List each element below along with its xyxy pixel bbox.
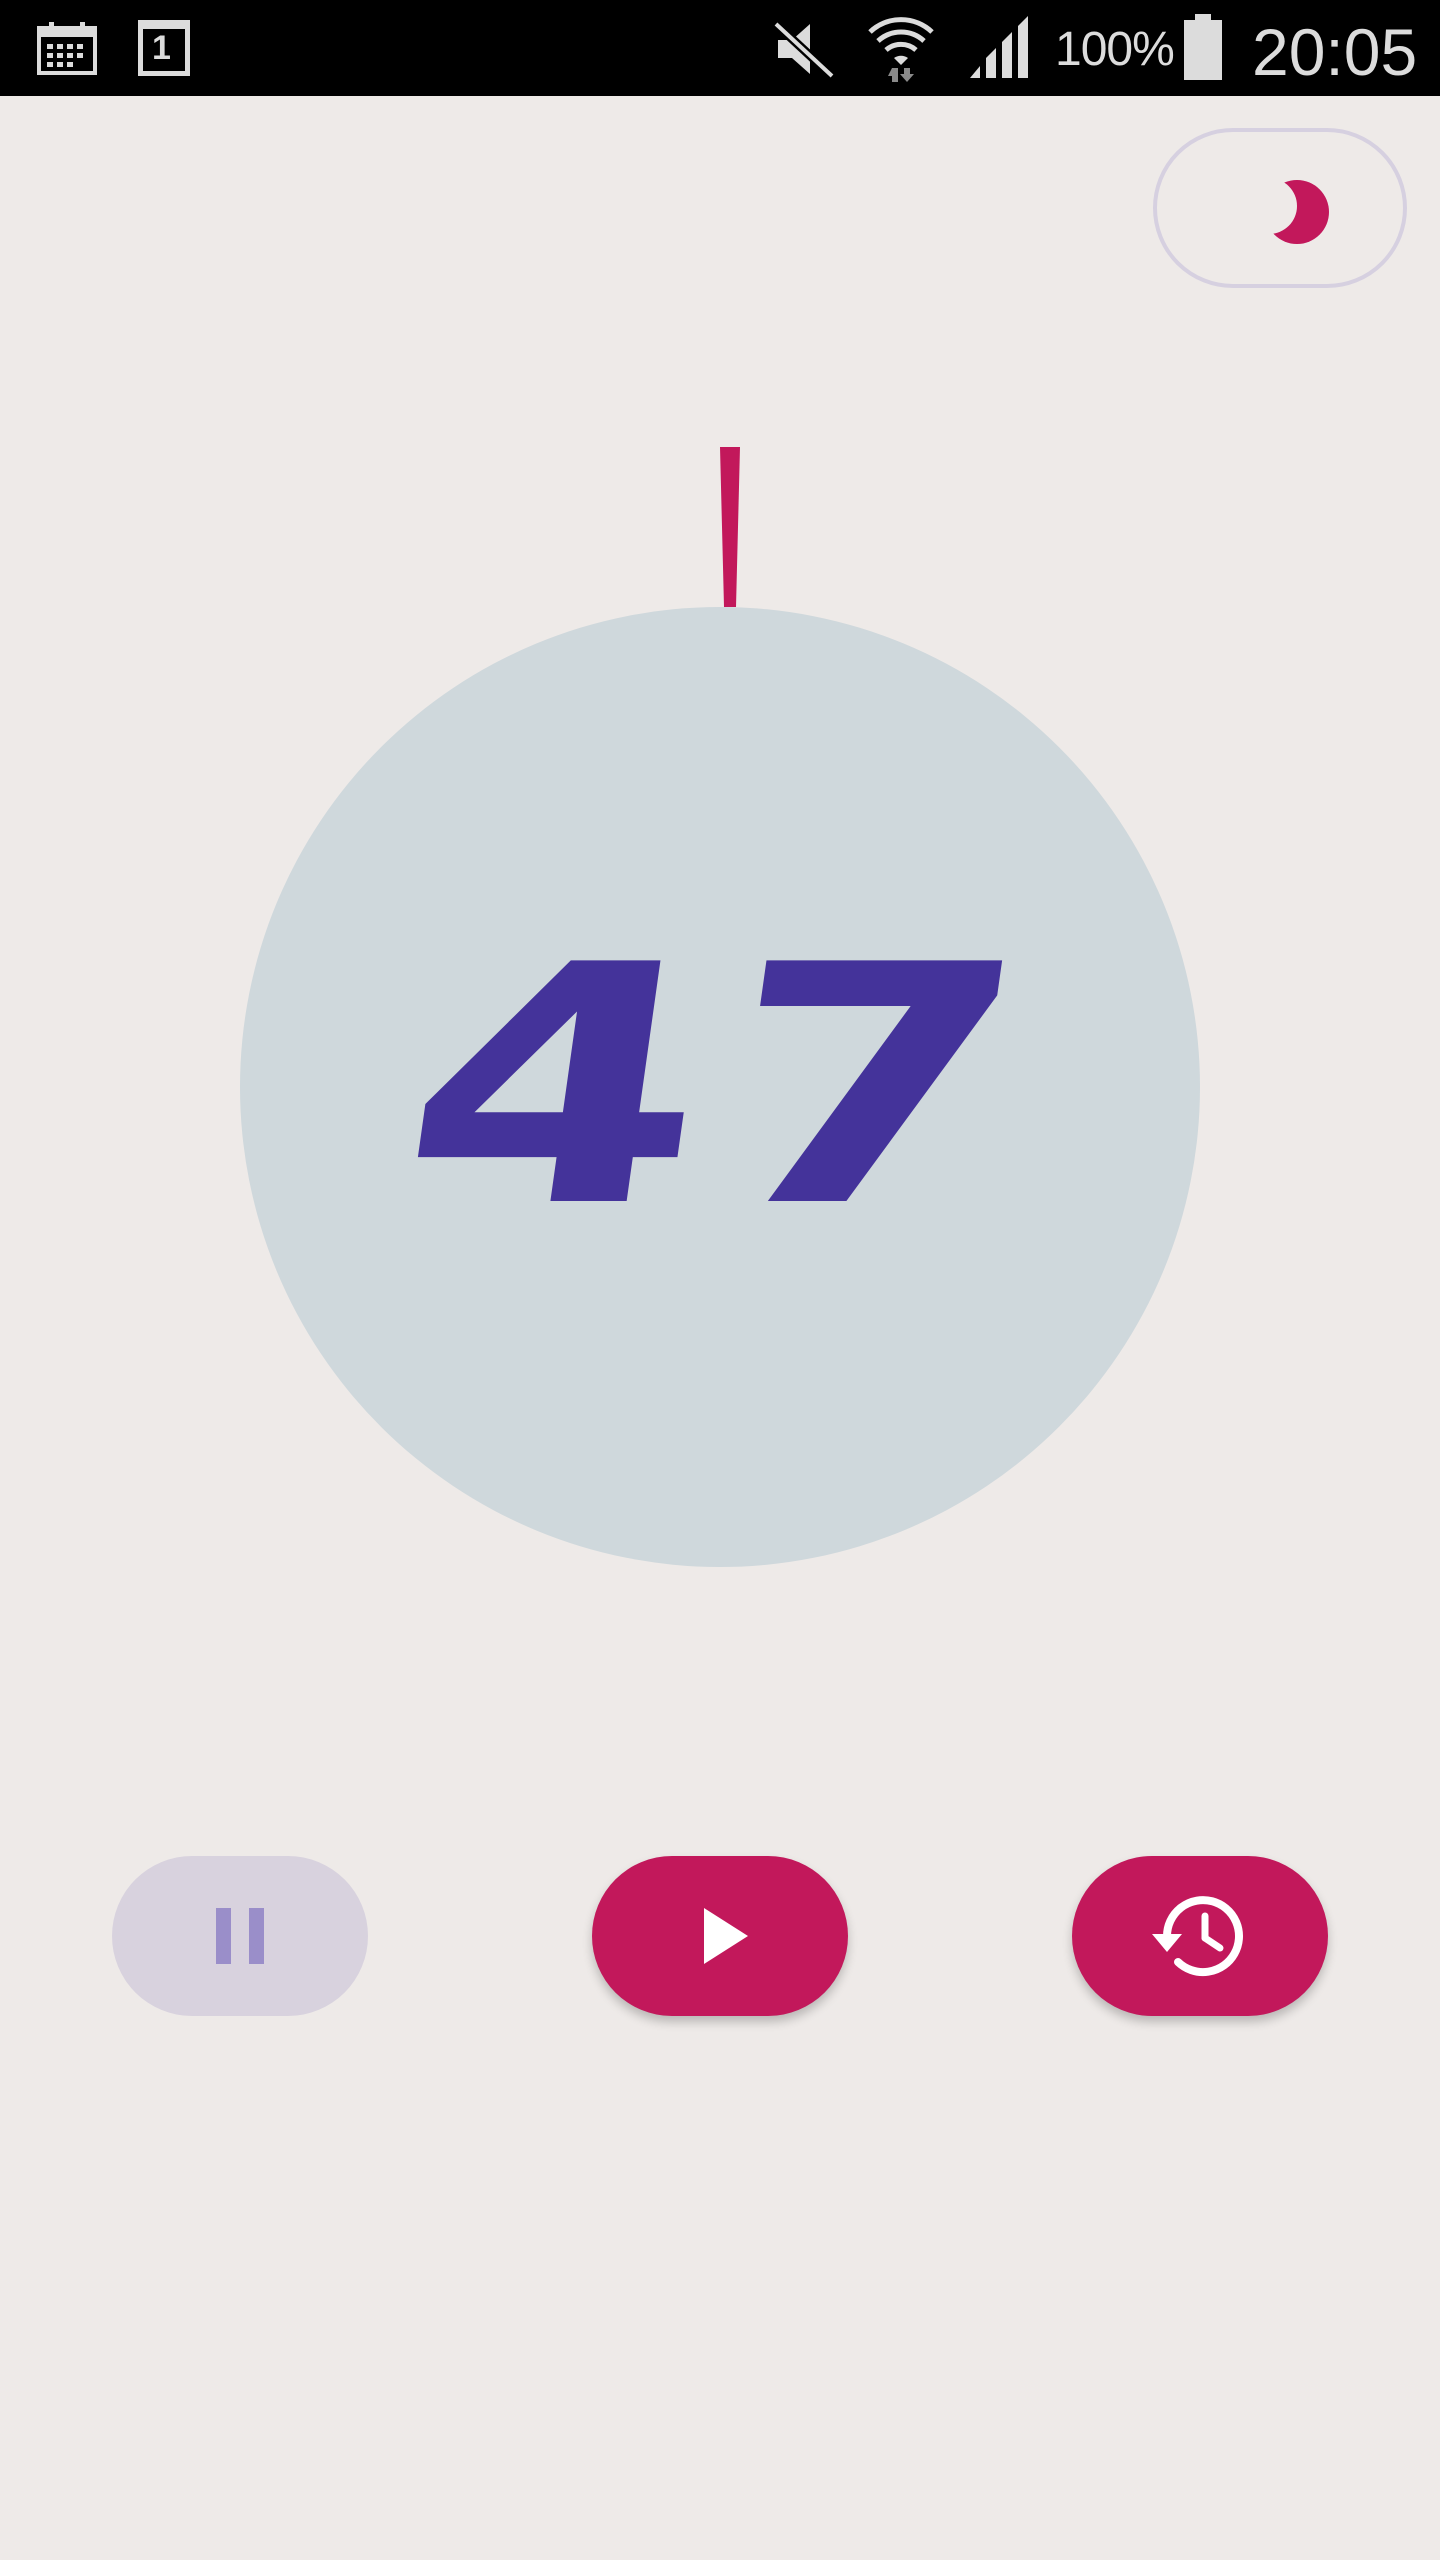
status-bar: 1 100% 20:05	[0, 0, 1440, 96]
battery-icon	[1184, 14, 1222, 80]
timer-app: 1 100% 20:05 47	[0, 0, 1440, 2560]
theme-toggle-button[interactable]	[1153, 128, 1407, 288]
calendar-day-number: 1	[152, 29, 171, 67]
mute-icon	[772, 20, 836, 80]
play-button[interactable]	[592, 1856, 848, 2016]
signal-icon	[970, 16, 1028, 78]
timer-value: 47	[381, 895, 1059, 1279]
play-icon	[704, 1908, 748, 1964]
moon-icon	[1249, 178, 1329, 244]
clock: 20:05	[1252, 15, 1418, 89]
pause-button[interactable]	[112, 1856, 368, 2016]
calendar-icon	[37, 22, 97, 75]
timer-dial[interactable]: 47	[240, 607, 1200, 1567]
history-icon	[1152, 1896, 1243, 1977]
battery-percent: 100%	[1055, 23, 1175, 76]
history-button[interactable]	[1072, 1856, 1328, 2016]
wifi-icon	[868, 17, 934, 82]
pause-icon	[216, 1908, 264, 1964]
